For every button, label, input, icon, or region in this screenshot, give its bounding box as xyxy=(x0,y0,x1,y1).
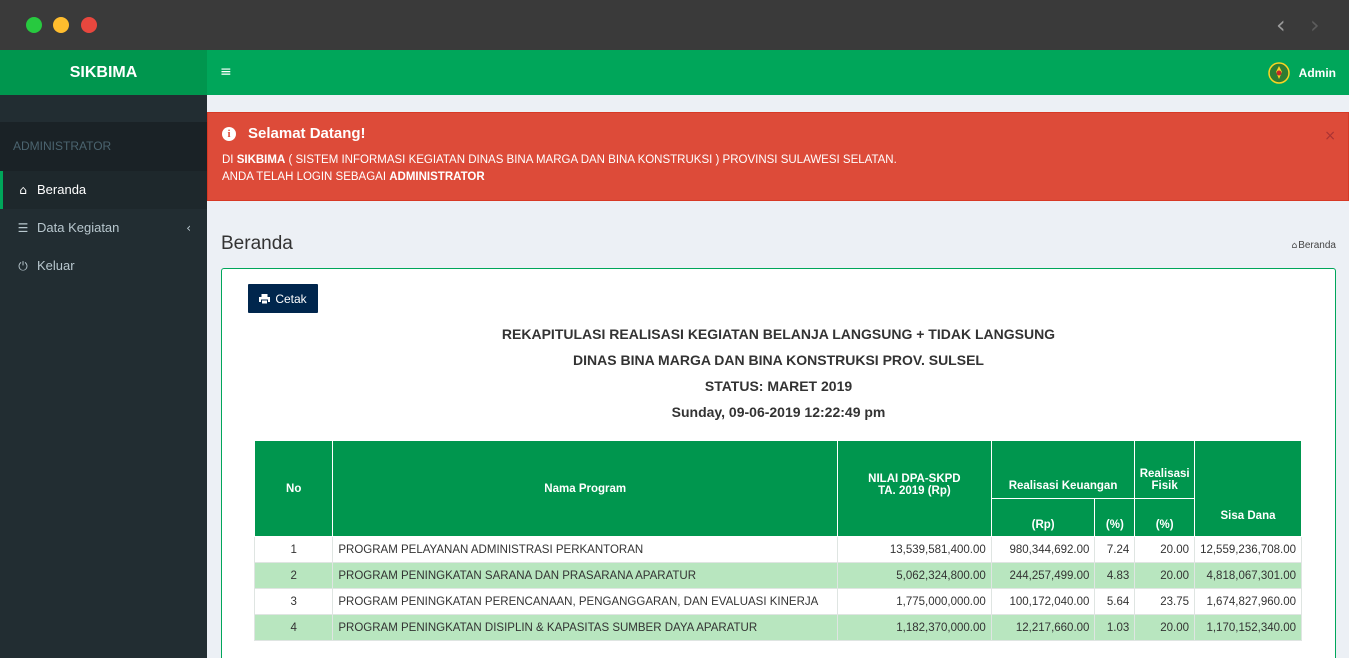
table-row: 4 PROGRAM PENINGKATAN DISIPLIN & KAPASIT… xyxy=(253,614,1302,641)
forward-arrow-icon[interactable]: › xyxy=(1310,10,1320,40)
column-header-sisa-label: Sisa Dana xyxy=(1220,510,1276,522)
sidebar-item-label: Keluar xyxy=(37,258,75,273)
menu-toggle-icon[interactable]: ≡ xyxy=(220,50,232,95)
table-row: 1 PROGRAM PELAYANAN ADMINISTRASI PERKANT… xyxy=(253,536,1302,563)
alert-text: ANDA TELAH LOGIN SEBAGAI xyxy=(222,171,390,183)
app-logo[interactable]: SIKBIMA xyxy=(0,50,207,95)
column-header-realisasi-fisik: Realisasi Fisik xyxy=(1134,440,1196,499)
cell-pct-keu: 5.64 xyxy=(1094,588,1136,615)
chevron-left-icon: ‹ xyxy=(186,221,191,235)
column-header-no: No xyxy=(253,440,334,537)
window-close-button[interactable] xyxy=(81,17,97,33)
cell-sisa: 4,818,067,301.00 xyxy=(1194,562,1302,589)
alert-app-name: SIKBIMA xyxy=(236,154,286,166)
column-header-fisik-line2: Fisik xyxy=(1151,480,1178,492)
column-header-fisik-line1: Realisasi xyxy=(1139,468,1190,480)
alert-message-line-1: DI SIKBIMA ( SISTEM INFORMASI KEGIATAN D… xyxy=(222,154,897,166)
table-row: 2 PROGRAM PENINGKATAN SARANA DAN PRASARA… xyxy=(253,562,1302,589)
sidebar-item-data-kegiatan[interactable]: ☰ Data Kegiatan ‹ xyxy=(0,209,207,247)
cell-pct-keu: 4.83 xyxy=(1094,562,1136,589)
report-status: STATUS: MARET 2019 xyxy=(704,378,853,394)
column-header-nilai-line1: NILAI DPA-SKPD xyxy=(868,473,961,485)
alert-close-button[interactable]: × xyxy=(1324,128,1336,144)
sidebar-item-keluar[interactable]: ⏻ Keluar xyxy=(0,247,207,285)
print-button[interactable]: Cetak xyxy=(248,284,318,313)
cell-no: 3 xyxy=(253,588,334,615)
cell-pct-fis: 20.00 xyxy=(1134,536,1196,563)
report-title-2: DINAS BINA MARGA DAN BINA KONSTRUKSI PRO… xyxy=(573,352,984,368)
cell-sisa: 1,674,827,960.00 xyxy=(1194,588,1302,615)
column-header-nilai-line2: TA. 2019 (Rp) xyxy=(878,485,951,497)
cell-sisa: 12,559,236,708.00 xyxy=(1194,536,1302,563)
alert-text: DI xyxy=(222,154,237,166)
print-icon xyxy=(259,293,271,304)
report-timestamp: Sunday, 09-06-2019 12:22:49 pm xyxy=(671,404,886,420)
alert-title: Selamat Datang! xyxy=(248,125,366,142)
emblem-icon xyxy=(1267,61,1290,84)
cell-nama: PROGRAM PENINGKATAN DISIPLIN & KAPASITAS… xyxy=(332,614,839,641)
window-maximize-button[interactable] xyxy=(26,17,42,33)
sidebar-item-beranda[interactable]: ⌂ Beranda xyxy=(0,171,207,209)
report-title-1: REKAPITULASI REALISASI KEGIATAN BELANJA … xyxy=(501,326,1056,342)
page-title: Beranda xyxy=(221,233,293,254)
cell-sisa: 1,170,152,340.00 xyxy=(1194,614,1302,641)
cell-rp: 980,344,692.00 xyxy=(990,536,1096,563)
column-header-sisa-dana: Sisa Dana xyxy=(1194,440,1302,537)
alert-title-row: i Selamat Datang! xyxy=(222,125,366,142)
info-icon: i xyxy=(222,126,236,141)
cell-no: 4 xyxy=(253,614,334,641)
power-icon: ⏻ xyxy=(18,259,28,273)
column-header-realisasi-keuangan-label: Realisasi Keuangan xyxy=(1008,480,1118,492)
window-minimize-button[interactable] xyxy=(53,17,69,33)
table-icon: ☰ xyxy=(17,221,29,235)
sidebar: SIKBIMA ADMINISTRATOR ⌂ Beranda ☰ Data K… xyxy=(0,50,207,658)
user-menu[interactable]: Admin xyxy=(1267,50,1336,95)
alert-role: ADMINISTRATOR xyxy=(389,171,485,183)
home-icon: ⌂ xyxy=(19,183,27,197)
user-name: Admin xyxy=(1298,65,1336,80)
cell-nama: PROGRAM PENINGKATAN SARANA DAN PRASARANA… xyxy=(332,562,839,589)
alert-message-line-2: ANDA TELAH LOGIN SEBAGAI ADMINISTRATOR xyxy=(222,171,485,183)
breadcrumb-item[interactable]: Beranda xyxy=(1298,240,1336,251)
column-header-nama-program: Nama Program xyxy=(332,440,839,537)
home-icon: ⌂ xyxy=(1291,240,1298,251)
cell-nilai: 5,062,324,800.00 xyxy=(837,562,992,589)
cell-no: 1 xyxy=(253,536,334,563)
sidebar-item-label: Beranda xyxy=(37,182,87,197)
column-header-pct-keuangan: (%) xyxy=(1094,498,1136,537)
cell-pct-keu: 1.03 xyxy=(1094,614,1136,641)
cell-no: 2 xyxy=(253,562,334,589)
column-header-pct-fisik: (%) xyxy=(1134,498,1196,537)
cell-nilai: 1,775,000,000.00 xyxy=(837,588,992,615)
cell-rp: 100,172,040.00 xyxy=(990,588,1096,615)
cell-nilai: 13,539,581,400.00 xyxy=(837,536,992,563)
table-row: 3 PROGRAM PENINGKATAN PERENCANAAN, PENGA… xyxy=(253,588,1302,615)
alert-text: ( SISTEM INFORMASI KEGIATAN DINAS BINA M… xyxy=(285,154,897,166)
cell-rp: 12,217,660.00 xyxy=(990,614,1096,641)
cell-nama: PROGRAM PELAYANAN ADMINISTRASI PERKANTOR… xyxy=(332,536,839,563)
window-titlebar: ‹ › xyxy=(0,0,1349,50)
column-header-nilai-dpa: NILAI DPA-SKPD TA. 2019 (Rp) xyxy=(837,440,992,537)
cell-pct-fis: 20.00 xyxy=(1134,562,1196,589)
back-arrow-icon[interactable]: ‹ xyxy=(1276,10,1286,40)
print-button-label: Cetak xyxy=(275,291,307,306)
column-header-realisasi-keuangan: Realisasi Keuangan xyxy=(990,440,1136,499)
cell-nama: PROGRAM PENINGKATAN PERENCANAAN, PENGANG… xyxy=(332,588,839,615)
cell-pct-fis: 23.75 xyxy=(1134,588,1196,615)
cell-pct-fis: 20.00 xyxy=(1134,614,1196,641)
top-navbar: ≡ Admin xyxy=(207,50,1349,95)
welcome-alert: i Selamat Datang! DI SIKBIMA ( SISTEM IN… xyxy=(207,112,1349,201)
cell-rp: 244,257,499.00 xyxy=(990,562,1096,589)
sidebar-item-label: Data Kegiatan xyxy=(37,220,120,235)
rekap-table: No Nama Program NILAI DPA-SKPD TA. 2019 … xyxy=(253,440,1302,641)
breadcrumb: ⌂ Beranda xyxy=(1291,240,1336,251)
cell-pct-keu: 7.24 xyxy=(1094,536,1136,563)
cell-nilai: 1,182,370,000.00 xyxy=(837,614,992,641)
sidebar-user-panel xyxy=(0,95,207,122)
sidebar-section-header: ADMINISTRATOR xyxy=(0,122,207,171)
column-header-rp: (Rp) xyxy=(990,498,1096,537)
